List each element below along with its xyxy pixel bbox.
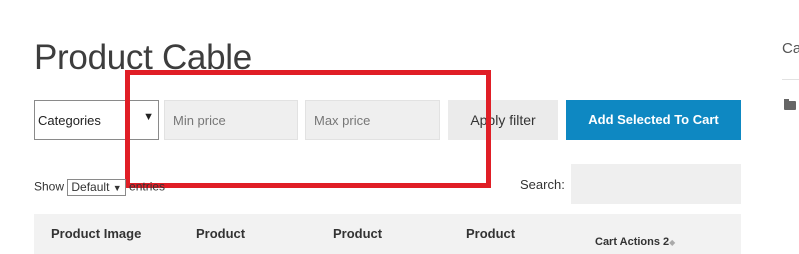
cart-actions-label: Cart Actions 2	[595, 236, 670, 248]
sort-icon: ◆	[669, 238, 676, 247]
column-header-product-image[interactable]: Product Image	[51, 226, 141, 241]
show-label: Show	[34, 179, 65, 194]
highlight-box	[125, 70, 491, 188]
entries-label: entries	[129, 179, 166, 194]
column-header-product[interactable]: Product	[333, 226, 382, 241]
chevron-down-icon: ▼	[112, 183, 122, 193]
column-header-product[interactable]: Product	[466, 226, 515, 241]
sidebar-heading: Ca	[782, 40, 799, 57]
add-selected-to-cart-button[interactable]: Add Selected To Cart	[566, 100, 741, 140]
column-header-product[interactable]: Product	[196, 226, 245, 241]
search-input[interactable]	[571, 164, 741, 204]
entries-length-select[interactable]: Default ▼	[67, 179, 126, 196]
search-label: Search:	[520, 177, 565, 192]
column-header-cart-actions[interactable]: Cart Actions 2◆	[595, 236, 675, 248]
folder-icon	[784, 99, 796, 110]
table-header-row: Product Image Product Product Product Ca…	[34, 214, 741, 254]
category-select-value: Categories	[38, 113, 101, 128]
table-length-control: Show Default ▼ entries	[34, 179, 165, 196]
entries-length-value: Default	[71, 180, 110, 194]
sidebar-divider	[782, 79, 799, 80]
